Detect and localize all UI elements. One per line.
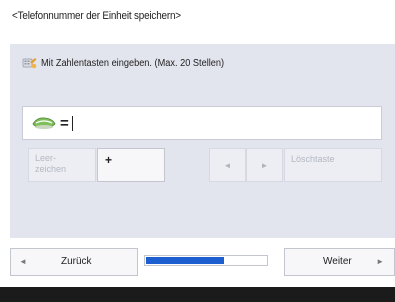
instruction-row: Mit Zahlentasten eingeben. (Max. 20 Stel… bbox=[22, 56, 240, 70]
next-button-label: Weiter bbox=[323, 256, 352, 267]
chevron-left-icon: ◄ bbox=[223, 161, 232, 170]
instruction-text: Mit Zahlentasten eingeben. (Max. 20 Stel… bbox=[41, 57, 225, 69]
plus-button[interactable]: + bbox=[97, 148, 165, 182]
input-prefix: = bbox=[60, 114, 69, 132]
delete-button[interactable]: Löschtaste bbox=[284, 148, 382, 182]
input-panel bbox=[10, 44, 395, 238]
next-button[interactable]: Weiter ► bbox=[284, 248, 395, 276]
footer-bar bbox=[0, 287, 395, 302]
cursor-right-button[interactable]: ► bbox=[246, 148, 283, 182]
plus-button-label: + bbox=[105, 153, 113, 167]
chevron-right-icon: ► bbox=[260, 161, 269, 170]
back-arrow-icon: ◄ bbox=[19, 257, 27, 266]
text-cursor bbox=[71, 115, 73, 131]
progress-bar bbox=[144, 255, 268, 266]
space-button-label: Leer-zeichen bbox=[35, 153, 67, 174]
progress-fill bbox=[146, 257, 224, 264]
back-button[interactable]: ◄ Zurück bbox=[10, 248, 138, 276]
back-button-label: Zurück bbox=[61, 256, 92, 267]
phone-handset-icon bbox=[32, 117, 56, 129]
delete-button-label: Löschtaste bbox=[291, 154, 335, 164]
phone-number-input[interactable]: = bbox=[22, 106, 382, 140]
next-arrow-icon: ► bbox=[376, 257, 384, 266]
screen-title: <Telefonnummer der Einheit speichern> bbox=[12, 10, 181, 22]
keypad-hand-icon bbox=[22, 58, 37, 69]
space-button[interactable]: Leer-zeichen bbox=[28, 148, 96, 182]
cursor-left-button[interactable]: ◄ bbox=[209, 148, 246, 182]
